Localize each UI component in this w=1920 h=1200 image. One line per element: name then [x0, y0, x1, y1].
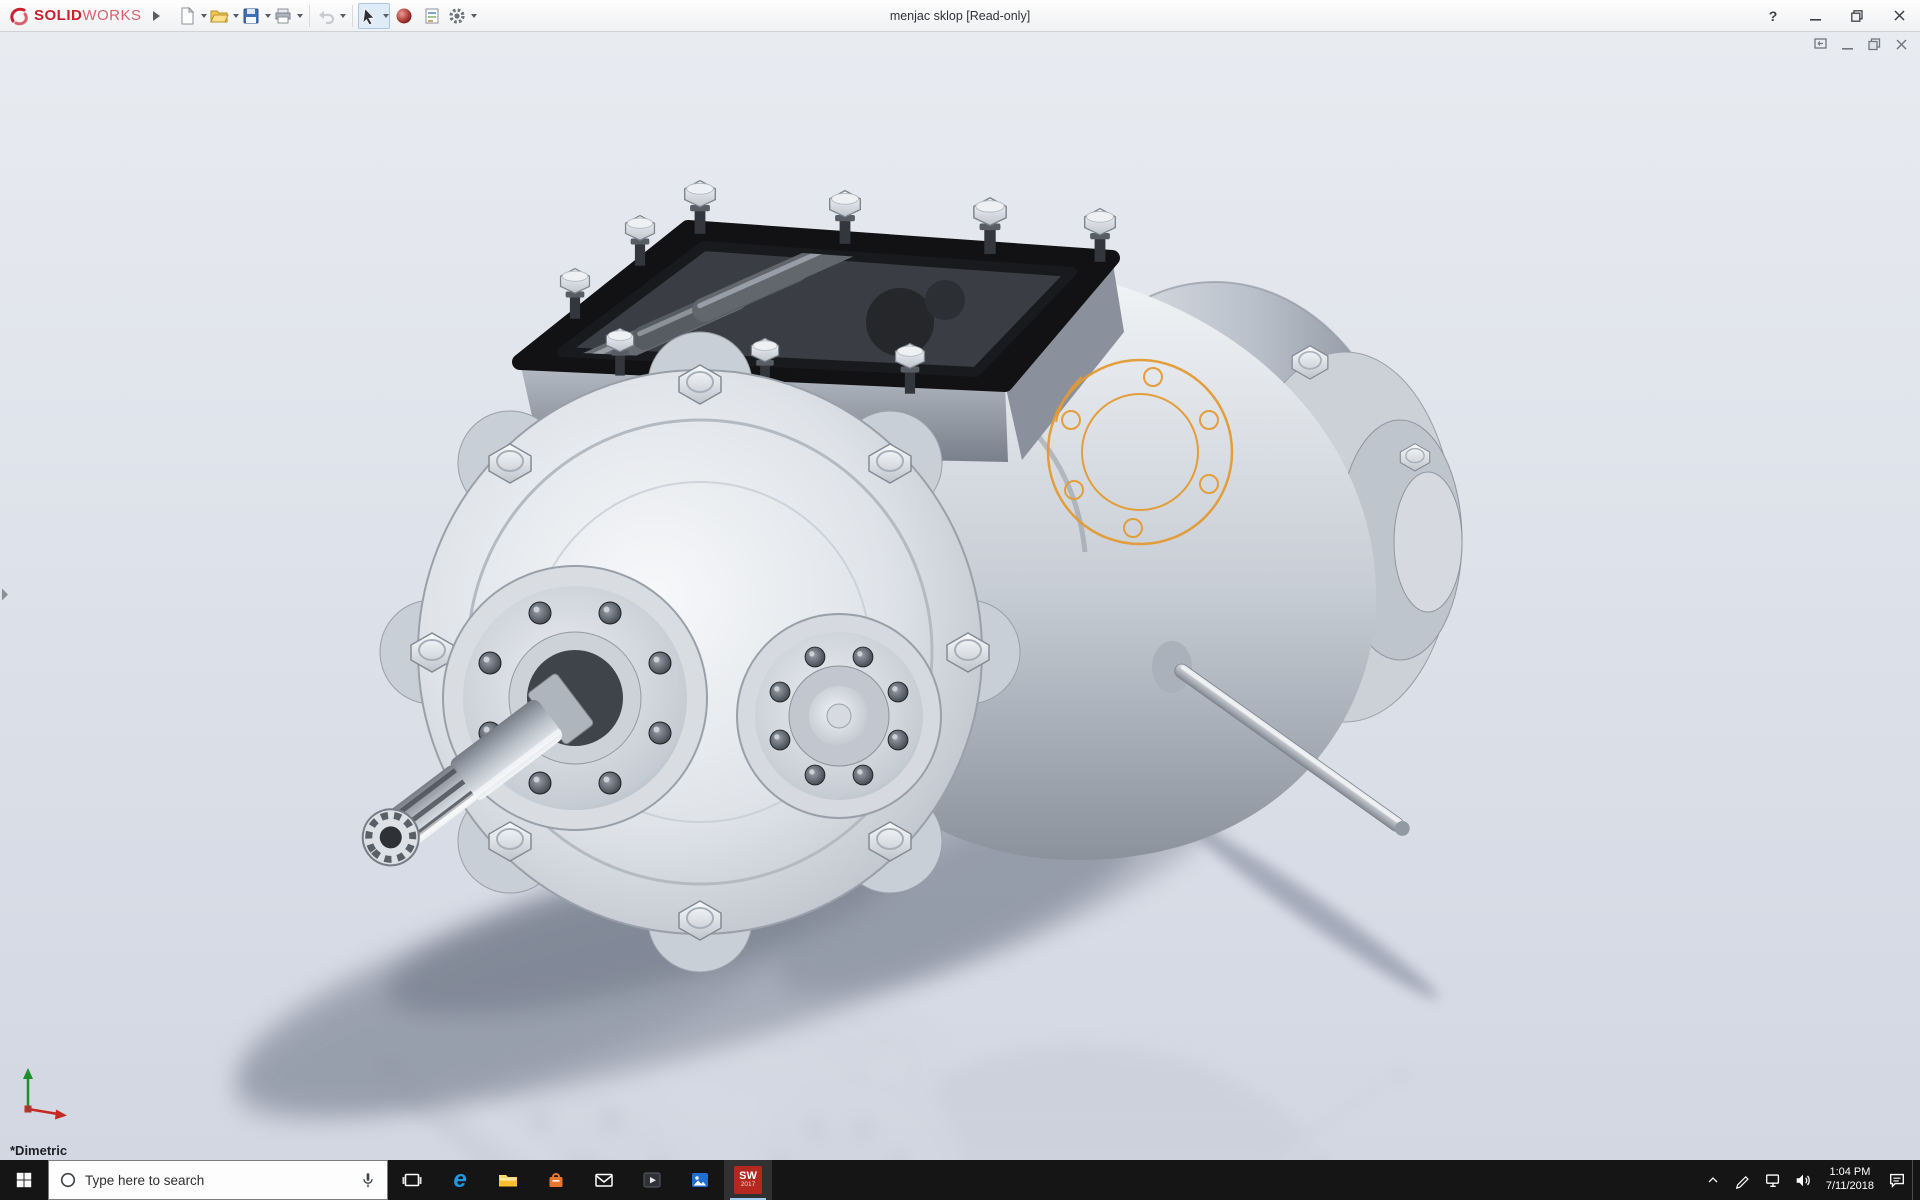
select-arrow-icon	[359, 6, 379, 26]
document-window-controls	[1814, 38, 1908, 51]
model-scene[interactable]	[0, 32, 1920, 1160]
graphics-area[interactable]: *Dimetric	[0, 32, 1920, 1160]
document-title: menjac sklop [Read-only]	[890, 9, 1030, 23]
edge-browser-button[interactable]: e	[436, 1160, 484, 1200]
dropdown-caret[interactable]	[297, 14, 303, 18]
solidworks-2017-app-button[interactable]: SW 2017	[724, 1160, 772, 1200]
file-explorer-button[interactable]	[484, 1160, 532, 1200]
display-report-button[interactable]	[418, 3, 446, 29]
store-bag-icon	[545, 1169, 567, 1191]
dropdown-caret[interactable]	[201, 14, 207, 18]
dropdown-caret[interactable]	[340, 14, 346, 18]
help-button[interactable]: ?	[1752, 0, 1794, 31]
doc-minimize-button[interactable]	[1841, 38, 1854, 51]
clock-time: 1:04 PM	[1829, 1166, 1870, 1180]
minimize-icon	[1810, 10, 1821, 21]
orientation-triad[interactable]	[16, 1061, 72, 1128]
save-button[interactable]	[240, 3, 272, 29]
print-button[interactable]	[272, 3, 304, 29]
movies-app-button[interactable]	[628, 1160, 676, 1200]
triad-x-axis	[28, 1109, 58, 1114]
chevron-up-icon	[1705, 1172, 1721, 1188]
mail-button[interactable]	[580, 1160, 628, 1200]
save-icon	[241, 6, 261, 26]
action-center-button[interactable]	[1882, 1171, 1912, 1189]
store-button[interactable]	[532, 1160, 580, 1200]
pen-icon	[1734, 1171, 1752, 1189]
microphone-icon[interactable]	[359, 1171, 377, 1189]
gearbox-model[interactable]	[349, 181, 1462, 972]
doc-close-button[interactable]	[1895, 38, 1908, 51]
close-button[interactable]	[1878, 0, 1920, 31]
taskbar-search[interactable]	[48, 1160, 388, 1200]
start-button[interactable]	[0, 1160, 48, 1200]
undo-icon	[316, 6, 336, 26]
toolbar-separator	[352, 5, 353, 27]
network-status-button[interactable]	[1758, 1171, 1788, 1189]
view-orientation-label: *Dimetric	[10, 1143, 67, 1158]
minimize-button[interactable]	[1794, 0, 1836, 31]
file-explorer-icon	[497, 1169, 519, 1191]
solidworks-2017-icon: SW 2017	[734, 1166, 762, 1194]
appearance-sphere-icon	[394, 6, 414, 26]
flyout-arrow-icon	[1, 588, 9, 602]
dock-window-icon	[1814, 38, 1827, 51]
menu-expand-button[interactable]	[148, 3, 166, 29]
speaker-icon	[1794, 1171, 1812, 1189]
doc-restore-button[interactable]	[1868, 38, 1881, 51]
titlebar: SOLIDWORKS	[0, 0, 1920, 32]
photos-icon	[689, 1169, 711, 1191]
dropdown-caret[interactable]	[265, 14, 271, 18]
restore-icon	[1851, 10, 1863, 22]
system-tray: 1:04 PM 7/11/2018	[1698, 1160, 1920, 1200]
task-view-button[interactable]	[388, 1160, 436, 1200]
new-document-icon	[177, 6, 197, 26]
open-folder-icon	[209, 6, 229, 26]
taskbar: e SW 2017	[0, 1160, 1920, 1200]
close-icon	[1894, 10, 1905, 21]
minimize-icon	[1841, 38, 1854, 51]
new-document-button[interactable]	[176, 3, 208, 29]
dropdown-caret[interactable]	[383, 14, 389, 18]
select-tool-button[interactable]	[358, 3, 390, 29]
toolbar-separator	[309, 5, 310, 27]
windows-logo-icon	[15, 1171, 33, 1189]
restore-icon	[1868, 38, 1881, 51]
photos-app-button[interactable]	[676, 1160, 724, 1200]
doc-dock-button[interactable]	[1814, 38, 1827, 51]
mail-envelope-icon	[593, 1169, 615, 1191]
undo-button[interactable]	[315, 3, 347, 29]
appearances-button[interactable]	[390, 3, 418, 29]
solidworks-logo-icon	[8, 5, 30, 27]
clock-date: 7/11/2018	[1826, 1180, 1874, 1194]
maximize-button[interactable]	[1836, 0, 1878, 31]
close-icon	[1895, 38, 1908, 51]
print-icon	[273, 6, 293, 26]
edge-icon: e	[453, 1168, 466, 1192]
report-icon	[422, 6, 442, 26]
triad-x-arrowhead	[55, 1110, 67, 1120]
movies-play-icon	[641, 1169, 663, 1191]
cortana-circle-icon	[59, 1171, 77, 1189]
taskbar-clock[interactable]: 1:04 PM 7/11/2018	[1818, 1166, 1882, 1194]
solidworks-logo: SOLIDWORKS	[0, 5, 148, 27]
menu-expand-icon	[152, 10, 161, 22]
dropdown-caret[interactable]	[233, 14, 239, 18]
dropdown-caret[interactable]	[471, 14, 477, 18]
search-input[interactable]	[85, 1173, 351, 1188]
triad-origin	[25, 1106, 32, 1113]
options-button[interactable]	[446, 3, 478, 29]
solidworks-wordmark: SOLIDWORKS	[34, 7, 142, 24]
featuremanager-flyout-arrow[interactable]	[1, 588, 9, 605]
pen-settings-button[interactable]	[1728, 1171, 1758, 1189]
network-icon	[1764, 1171, 1782, 1189]
hidden-icons-button[interactable]	[1698, 1172, 1728, 1188]
task-view-icon	[402, 1170, 422, 1190]
action-center-icon	[1888, 1171, 1906, 1189]
triad-y-arrowhead	[23, 1068, 33, 1079]
gear-icon	[447, 6, 467, 26]
open-button[interactable]	[208, 3, 240, 29]
show-desktop-button[interactable]	[1912, 1160, 1920, 1200]
volume-button[interactable]	[1788, 1171, 1818, 1189]
